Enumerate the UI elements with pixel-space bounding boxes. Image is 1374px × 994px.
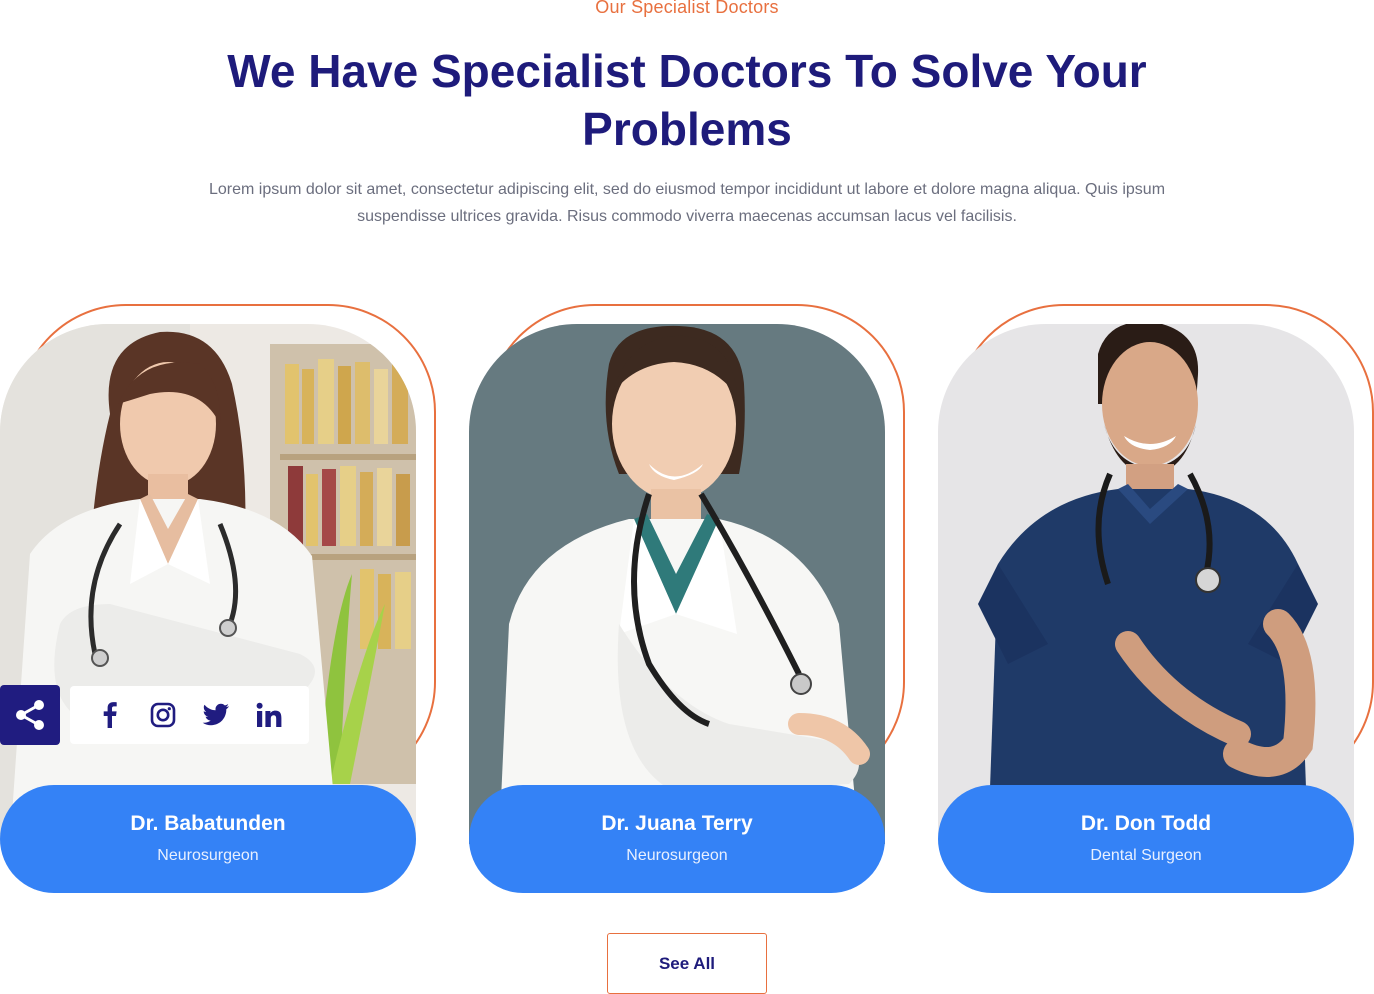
doctor-role: Neurosurgeon	[626, 847, 728, 864]
specialist-doctors-section: Our Specialist Doctors We Have Specialis…	[0, 0, 1374, 994]
share-icon	[16, 700, 44, 730]
see-all-button[interactable]: See All	[607, 933, 767, 994]
doctor-name: Dr. Juana Terry	[601, 812, 753, 835]
facebook-icon[interactable]	[96, 701, 124, 729]
doctor-nameplate: Dr. Babatunden Neurosurgeon	[0, 785, 416, 893]
doctor-photo	[0, 324, 416, 844]
instagram-icon[interactable]	[149, 701, 177, 729]
doctor-card[interactable]: Dr. Don Todd Dental Surgeon	[938, 0, 1374, 900]
share-button[interactable]	[0, 685, 60, 745]
doctor-nameplate: Dr. Juana Terry Neurosurgeon	[469, 785, 885, 893]
doctor-photo	[938, 324, 1354, 844]
female-doctor-bookshelf-photo	[0, 324, 416, 844]
social-links	[70, 686, 309, 744]
doctor-name: Dr. Babatunden	[130, 812, 286, 835]
doctor-role: Dental Surgeon	[1090, 847, 1202, 864]
doctor-role: Neurosurgeon	[157, 847, 259, 864]
doctor-card[interactable]: Dr. Babatunden Neurosurgeon	[0, 0, 440, 900]
doctor-nameplate: Dr. Don Todd Dental Surgeon	[938, 785, 1354, 893]
female-doctor-grey-background-photo	[469, 324, 885, 844]
doctor-photo	[469, 324, 885, 844]
male-doctor-navy-scrubs-photo	[938, 324, 1354, 844]
linkedin-icon[interactable]	[255, 701, 283, 729]
doctor-name: Dr. Don Todd	[1080, 812, 1212, 835]
twitter-icon[interactable]	[202, 701, 230, 729]
doctor-card[interactable]: Dr. Juana Terry Neurosurgeon	[469, 0, 909, 900]
